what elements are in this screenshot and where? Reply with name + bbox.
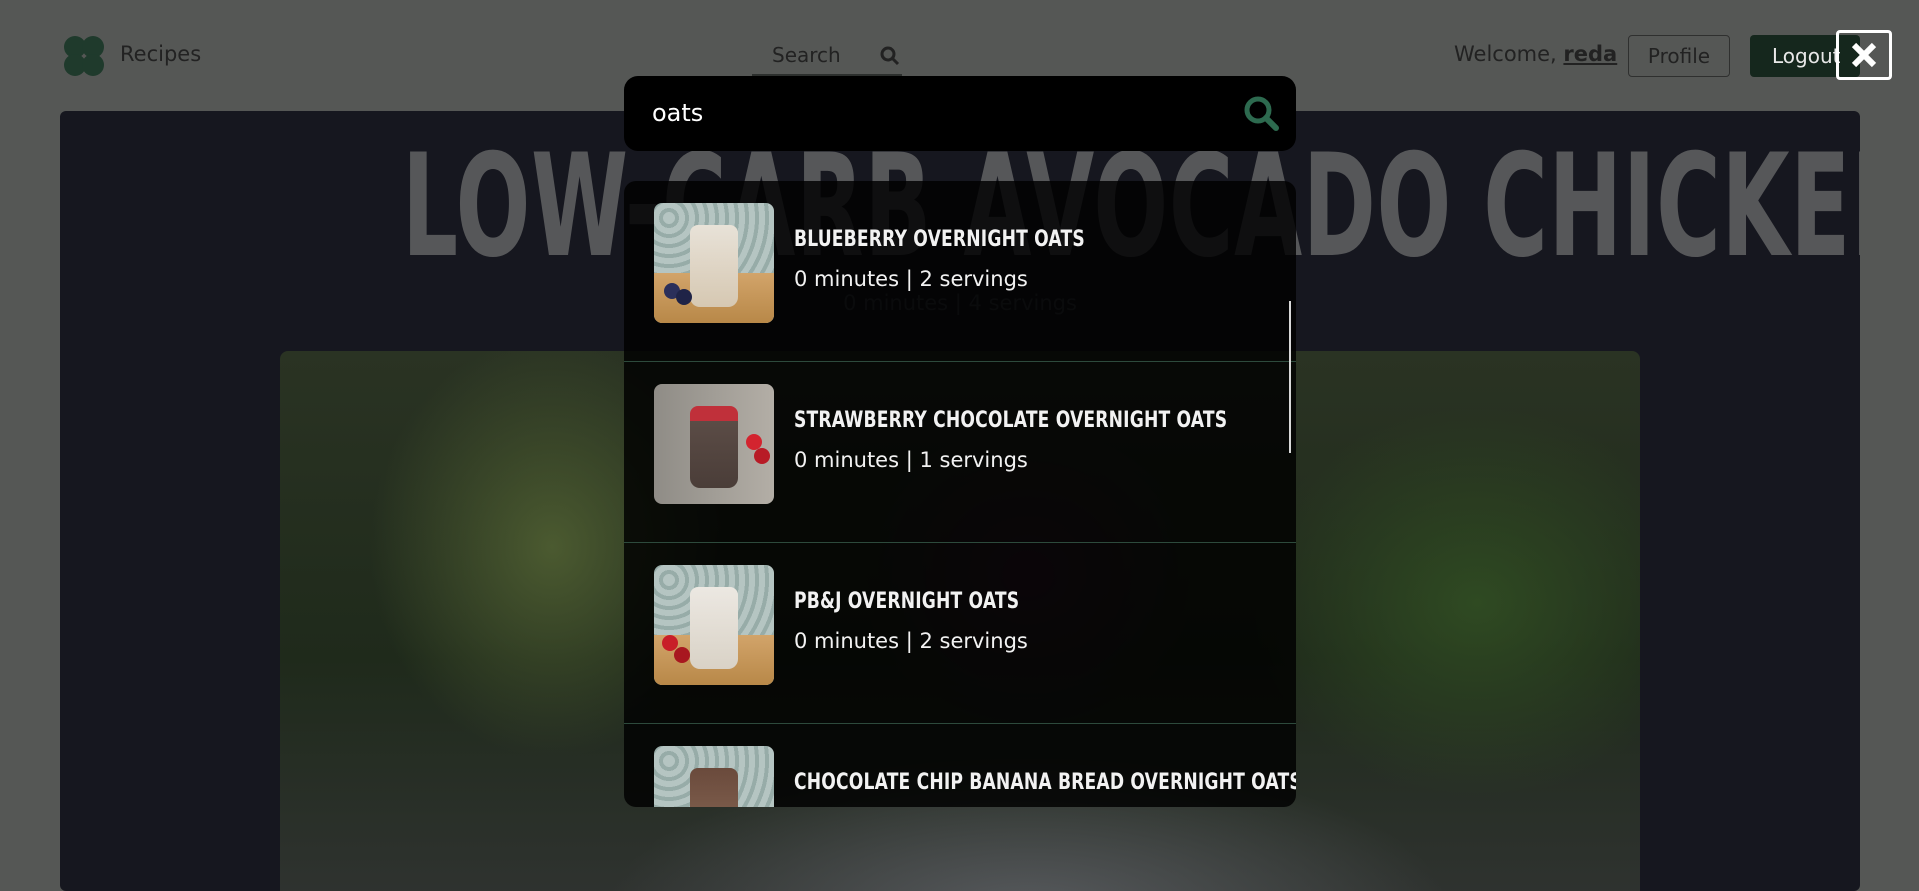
username-link[interactable]: reda xyxy=(1563,42,1617,66)
results-scrollbar[interactable] xyxy=(1289,301,1291,453)
result-thumbnail xyxy=(654,384,774,504)
result-item[interactable]: PB&J OVERNIGHT OATS 0 minutes | 2 servin… xyxy=(624,543,1296,724)
search-bar xyxy=(624,76,1296,151)
result-title: STRAWBERRY CHOCOLATE OVERNIGHT OATS xyxy=(794,408,1228,433)
welcome-prefix: Welcome, xyxy=(1454,42,1564,66)
header-search[interactable]: Search xyxy=(752,40,902,77)
result-thumbnail xyxy=(654,565,774,685)
brand-name[interactable]: Recipes xyxy=(120,42,201,66)
search-results: BLUEBERRY OVERNIGHT OATS 0 minutes | 2 s… xyxy=(624,181,1296,807)
result-item[interactable]: BLUEBERRY OVERNIGHT OATS 0 minutes | 2 s… xyxy=(624,181,1296,362)
close-icon[interactable] xyxy=(1836,30,1892,80)
result-title: CHOCOLATE CHIP BANANA BREAD OVERNIGHT OA… xyxy=(794,770,1296,795)
header-search-label: Search xyxy=(772,43,841,67)
result-thumbnail xyxy=(654,203,774,323)
search-input[interactable] xyxy=(652,96,1212,130)
welcome-text: Welcome, reda xyxy=(1454,42,1617,66)
clover-logo-icon[interactable] xyxy=(64,36,104,76)
result-meta: 0 minutes | 2 servings xyxy=(794,629,1028,653)
result-meta: 0 minutes | 1 servings xyxy=(794,448,1028,472)
profile-button[interactable]: Profile xyxy=(1628,35,1730,77)
result-thumbnail xyxy=(654,746,774,807)
search-icon[interactable] xyxy=(1242,94,1282,134)
result-meta: 0 minutes | 2 servings xyxy=(794,267,1028,291)
result-item[interactable]: CHOCOLATE CHIP BANANA BREAD OVERNIGHT OA… xyxy=(624,724,1296,807)
result-title: BLUEBERRY OVERNIGHT OATS xyxy=(794,227,1085,252)
result-item[interactable]: STRAWBERRY CHOCOLATE OVERNIGHT OATS 0 mi… xyxy=(624,362,1296,543)
result-title: PB&J OVERNIGHT OATS xyxy=(794,589,1020,614)
search-icon xyxy=(880,46,900,70)
